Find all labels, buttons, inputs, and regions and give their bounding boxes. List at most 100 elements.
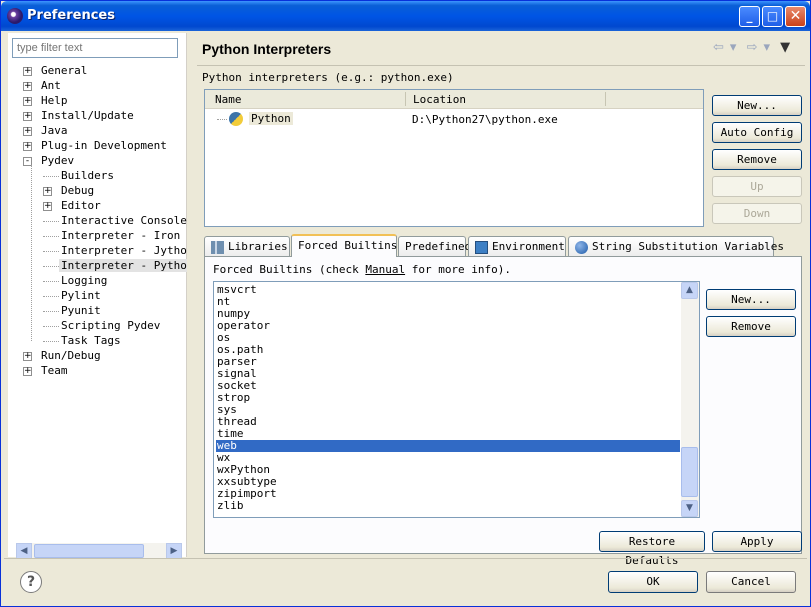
- list-item[interactable]: time: [216, 428, 680, 440]
- tree-item-label: Interactive Console: [61, 214, 187, 227]
- tree-item[interactable]: + Run/Debug: [23, 348, 103, 363]
- ok-button[interactable]: OK: [608, 571, 698, 593]
- expand-icon[interactable]: +: [23, 126, 32, 136]
- expand-icon[interactable]: +: [23, 81, 32, 91]
- list-item[interactable]: nt: [216, 296, 680, 308]
- list-item[interactable]: parser: [216, 356, 680, 368]
- scroll-down-arrow-icon[interactable]: ▼: [681, 500, 698, 517]
- forced-builtins-list[interactable]: msvcrt nt numpy operator os os.path parser sign…: [213, 281, 700, 518]
- tree-item[interactable]: + Team: [23, 363, 70, 378]
- apply-button[interactable]: Apply: [712, 531, 802, 552]
- tree-item[interactable]: Task Tags: [43, 333, 123, 348]
- list-item[interactable]: wxPython: [216, 464, 680, 476]
- scroll-thumb[interactable]: [681, 447, 698, 497]
- tab-predefined[interactable]: Predefined: [398, 236, 471, 257]
- view-menu-icon[interactable]: ▼: [780, 40, 790, 55]
- expand-icon[interactable]: +: [23, 96, 32, 106]
- remove-builtin-button[interactable]: Remove: [706, 316, 796, 337]
- tree-connector: [43, 340, 59, 342]
- list-item[interactable]: os.path: [216, 344, 680, 356]
- expand-icon[interactable]: +: [23, 141, 32, 151]
- cancel-button[interactable]: Cancel: [706, 571, 796, 593]
- forward-dropdown-icon[interactable]: ▾: [763, 40, 770, 55]
- list-item[interactable]: sys: [216, 404, 680, 416]
- back-dropdown-icon[interactable]: ▾: [730, 40, 737, 55]
- forward-arrow-icon[interactable]: ⇨: [747, 40, 758, 55]
- tab-environment[interactable]: Environment: [468, 236, 566, 257]
- remove-interpreter-button[interactable]: Remove: [712, 149, 802, 170]
- tree-item[interactable]: + Install/Update: [23, 108, 136, 123]
- scroll-thumb[interactable]: [34, 544, 144, 558]
- minimize-button[interactable]: _: [739, 6, 760, 27]
- interpreters-table[interactable]: Name Location Python D:\Python27\python.…: [204, 89, 704, 227]
- list-item[interactable]: socket: [216, 380, 680, 392]
- tree-item[interactable]: + Java: [23, 123, 70, 138]
- tree-item[interactable]: Scripting Pydev: [43, 318, 162, 333]
- auto-config-button[interactable]: Auto Config: [712, 122, 802, 143]
- scroll-up-arrow-icon[interactable]: ▲: [681, 282, 698, 299]
- tree-item[interactable]: Interpreter - Jython: [43, 243, 187, 258]
- column-divider[interactable]: [405, 92, 406, 106]
- interpreter-location: D:\Python27\python.exe: [412, 113, 558, 126]
- tree-item[interactable]: + Help: [23, 93, 70, 108]
- tree-item[interactable]: Pylint: [43, 288, 103, 303]
- tree-item[interactable]: Pyunit: [43, 303, 103, 318]
- tree-item[interactable]: + Plug-in Development: [23, 138, 169, 153]
- list-item[interactable]: msvcrt: [216, 284, 680, 296]
- table-row[interactable]: Python: [217, 112, 293, 126]
- list-item[interactable]: zipimport: [216, 488, 680, 500]
- tree-item[interactable]: + Ant: [23, 78, 63, 93]
- expand-icon[interactable]: +: [23, 111, 32, 121]
- tab-string-substitution[interactable]: String Substitution Variables: [568, 236, 784, 257]
- list-item[interactable]: os: [216, 332, 680, 344]
- list-item[interactable]: thread: [216, 416, 680, 428]
- list-item[interactable]: numpy: [216, 308, 680, 320]
- column-divider[interactable]: [605, 92, 606, 106]
- tree-guide-line: [31, 165, 32, 341]
- list-vertical-scrollbar[interactable]: ▲ ▼: [681, 282, 699, 517]
- tree-item[interactable]: + Editor: [43, 198, 103, 213]
- maximize-button[interactable]: □: [762, 6, 783, 27]
- tree-connector: [43, 175, 59, 177]
- column-header-location[interactable]: Location: [413, 93, 466, 106]
- expand-icon[interactable]: +: [23, 366, 32, 376]
- list-item[interactable]: strop: [216, 392, 680, 404]
- tree-item[interactable]: + General: [23, 63, 89, 78]
- tree-item[interactable]: Interpreter - Iron Py: [43, 228, 187, 243]
- tree-connector: [43, 325, 59, 327]
- tree-horizontal-scrollbar[interactable]: ◀ ▶: [16, 543, 182, 559]
- list-item[interactable]: web: [216, 440, 680, 452]
- title-bar[interactable]: Preferences _ □ ✕: [1, 1, 810, 31]
- close-button[interactable]: ✕: [785, 6, 806, 27]
- tree-item[interactable]: Interpreter - Python: [43, 258, 187, 273]
- list-item[interactable]: zlib: [216, 500, 680, 512]
- scroll-right-arrow-icon[interactable]: ▶: [166, 543, 182, 559]
- tab-forced-builtins[interactable]: Forced Builtins: [291, 234, 397, 257]
- preference-tree: + General + Ant + Help + Install/Update + Java + Pl…: [8, 63, 187, 539]
- restore-defaults-button[interactable]: Restore Defaults: [599, 531, 705, 567]
- help-icon[interactable]: ?: [20, 571, 42, 593]
- tree-item-label: Editor: [61, 199, 101, 212]
- tree-item[interactable]: Interactive Console: [43, 213, 187, 228]
- manual-link[interactable]: Manual: [365, 263, 405, 276]
- list-item[interactable]: wx: [216, 452, 680, 464]
- expand-icon[interactable]: +: [23, 66, 32, 76]
- scroll-left-arrow-icon[interactable]: ◀: [16, 543, 32, 559]
- new-interpreter-button[interactable]: New...: [712, 95, 802, 116]
- down-button[interactable]: Down: [712, 203, 802, 224]
- tree-item[interactable]: + Debug: [43, 183, 96, 198]
- up-button[interactable]: Up: [712, 176, 802, 197]
- filter-input[interactable]: [12, 38, 178, 58]
- list-item[interactable]: signal: [216, 368, 680, 380]
- back-arrow-icon[interactable]: ⇦: [713, 40, 724, 55]
- tree-item[interactable]: Logging: [43, 273, 109, 288]
- list-item[interactable]: xxsubtype: [216, 476, 680, 488]
- column-header-name[interactable]: Name: [215, 93, 242, 106]
- expand-icon[interactable]: +: [43, 186, 52, 196]
- expand-icon[interactable]: +: [43, 201, 52, 211]
- tab-libraries[interactable]: Libraries: [204, 236, 290, 257]
- expand-icon[interactable]: +: [23, 351, 32, 361]
- new-builtin-button[interactable]: New...: [706, 289, 796, 310]
- tree-item[interactable]: Builders: [43, 168, 116, 183]
- list-item[interactable]: operator: [216, 320, 680, 332]
